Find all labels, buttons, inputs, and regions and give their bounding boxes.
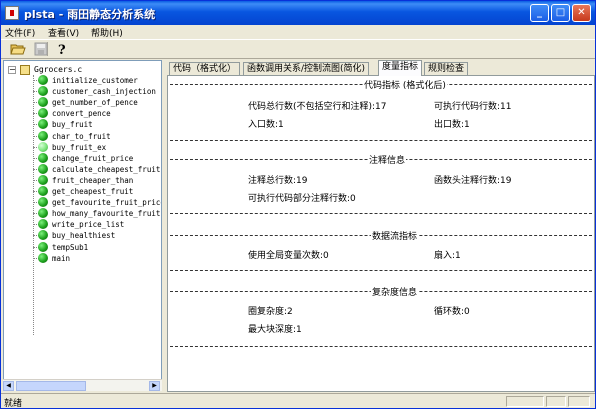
scroll-right-icon[interactable]: ▶ [149, 381, 160, 391]
tab-rule-check[interactable]: 规则检查 [424, 62, 469, 75]
tab-strip: 代码（格式化） 函数调用关系/控制流图(简化) 度量指标 规则检查 [167, 60, 595, 76]
function-node-icon [38, 197, 48, 208]
loop-count-metric: 循环数:0 [434, 307, 470, 317]
exit-count-metric: 出口数:1 [434, 120, 470, 130]
tree-item-label: char_to_fruit [52, 131, 111, 141]
dataflow-title: 数据流指标 [371, 229, 419, 242]
status-pane [546, 396, 566, 407]
tree-horizontal-scrollbar[interactable]: ◀ ▶ [3, 379, 162, 391]
section-rule [170, 270, 592, 271]
section-rule [170, 140, 592, 141]
file-icon [20, 65, 30, 75]
collapse-icon[interactable]: − [8, 66, 16, 74]
tree-item-label: customer_cash_injection [52, 87, 156, 97]
function-node-icon [38, 75, 48, 85]
function-node-icon [38, 241, 48, 252]
help-icon[interactable]: ? [53, 41, 71, 58]
function-node-icon [38, 252, 48, 263]
scroll-thumb[interactable] [16, 381, 86, 391]
toolbar: ? [1, 39, 595, 59]
menu-file[interactable]: 文件(F) [5, 26, 35, 39]
scroll-left-icon[interactable]: ◀ [3, 381, 14, 391]
metrics-panel: 代码指标 (格式化后) 代码总行数(不包括空行和注释):17 可执行代码行数:1… [167, 75, 595, 392]
status-pane [568, 396, 590, 407]
header-comment-metric: 函数头注释行数:19 [434, 176, 512, 186]
tree-item-label: main [52, 253, 71, 263]
title-bar[interactable]: plsta - 雨田静态分析系统 _ □ ✕ [1, 1, 595, 25]
status-text: 就绪 [4, 399, 23, 409]
function-node-icon [38, 141, 48, 152]
complexity-title: 复杂度信息 [371, 285, 419, 298]
app-window: plsta - 雨田静态分析系统 _ □ ✕ 文件(F) 查看(V) 帮助(H) [0, 0, 596, 409]
fan-in-metric: 扇入:1 [434, 251, 461, 261]
function-node-icon [38, 174, 48, 185]
section-rule [170, 213, 592, 214]
entry-count-metric: 入口数:1 [248, 120, 284, 130]
tree-item-label: change_fruit_price [52, 153, 134, 163]
maximize-button[interactable]: □ [551, 4, 570, 22]
close-button[interactable]: ✕ [572, 4, 591, 22]
section-rule [170, 346, 592, 347]
code-metrics-title: 代码指标 (格式化后) [363, 78, 447, 91]
tree-root-label: Ggrocers.c [34, 65, 83, 74]
tree-item-label: buy_fruit [52, 120, 93, 130]
app-icon [5, 6, 19, 20]
tab-metrics[interactable]: 度量指标 [378, 60, 423, 76]
menu-help[interactable]: 帮助(H) [91, 26, 123, 39]
menu-view[interactable]: 查看(V) [48, 26, 79, 39]
max-depth-metric: 最大块深度:1 [248, 325, 302, 335]
tree-item-label: initialize_customer [52, 76, 138, 85]
status-bar: 就绪 [1, 393, 595, 409]
function-node-icon [38, 186, 48, 196]
window-title: plsta - 雨田静态分析系统 [24, 8, 156, 21]
tree-item-label: buy_healthiest [52, 231, 116, 241]
tree-item-label: write_price_list [52, 220, 125, 230]
function-node-icon [38, 130, 48, 141]
save-icon[interactable] [32, 41, 50, 57]
menu-bar: 文件(F) 查看(V) 帮助(H) [1, 25, 595, 39]
global-vars-metric: 使用全局变量次数:0 [248, 251, 329, 261]
status-pane [506, 396, 544, 407]
folder-open-icon[interactable] [9, 41, 27, 57]
minimize-button[interactable]: _ [530, 4, 549, 22]
function-tree[interactable]: − Ggrocers.c initialize_customer customer… [3, 60, 162, 390]
function-node-icon [38, 119, 48, 130]
svg-text:?: ? [58, 43, 66, 57]
exec-lines-metric: 可执行代码行数:11 [434, 102, 512, 112]
tree-item-label: tempSub1 [52, 242, 89, 252]
tree-item-label: get_cheapest_fruit [52, 187, 134, 196]
function-node-icon [38, 86, 48, 97]
comment-lines-metric: 注释总行数:19 [248, 176, 308, 186]
total-lines-metric: 代码总行数(不包括空行和注释):17 [248, 102, 387, 112]
tree-item-label: convert_pence [52, 109, 111, 119]
function-node-icon [38, 219, 48, 230]
function-node-icon [38, 152, 48, 163]
function-node-icon [38, 208, 48, 219]
cyclomatic-metric: 圈复杂度:2 [248, 307, 293, 317]
function-node-icon [38, 230, 48, 241]
function-node-icon [38, 108, 48, 119]
function-node-icon [38, 163, 48, 174]
tree-item-label: fruit_cheaper_than [52, 175, 134, 185]
tree-item-label: get_number_of_pence [52, 98, 138, 108]
tree-item-label: buy_fruit_ex [52, 142, 107, 152]
tab-call-graph[interactable]: 函数调用关系/控制流图(简化) [243, 62, 370, 75]
tree-item-label: calculate_cheapest_fruit [52, 164, 161, 174]
tab-formatted-code[interactable]: 代码（格式化） [169, 62, 241, 75]
tree-item-label: how_many_favourite_fruit [52, 209, 161, 219]
comment-info-title: 注释信息 [368, 153, 407, 166]
function-node-icon [38, 97, 48, 108]
tree-item-label: get_favourite_fruit_price [52, 198, 162, 208]
exec-comment-metric: 可执行代码部分注释行数:0 [248, 194, 356, 204]
